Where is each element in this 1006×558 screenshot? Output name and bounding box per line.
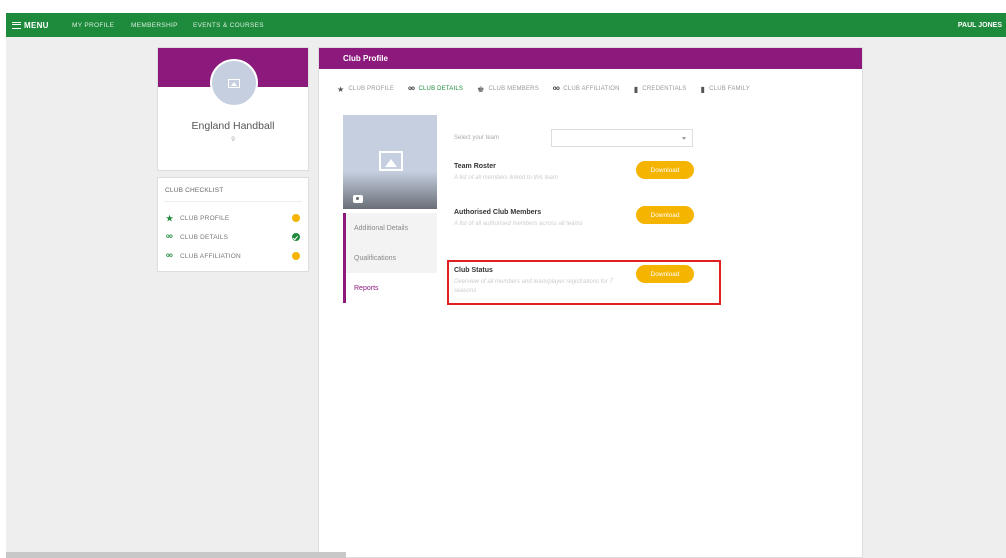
tab-label: CLUB FAMILY (709, 86, 750, 92)
club-name: England Handball (191, 120, 275, 132)
checklist-item-label: CLUB DETAILS (180, 233, 229, 241)
people-icon: ♚ (477, 84, 485, 94)
camera-icon[interactable] (353, 195, 363, 203)
report-title-authorised-members: Authorised Club Members (454, 209, 542, 216)
report-desc-authorised-members: A list of all authorised members across … (454, 221, 583, 227)
menu-label: MENU (24, 20, 49, 30)
nav-my-profile[interactable]: MY PROFILE (72, 13, 114, 37)
tab-club-members[interactable]: ♚ CLUB MEMBERS (477, 85, 539, 94)
report-desc-club-status: Overview of all members and team/player … (454, 279, 613, 294)
download-club-status-button[interactable]: Download (636, 265, 694, 283)
club-photo (343, 115, 437, 209)
download-authorised-members-button[interactable]: Download (636, 206, 694, 224)
glasses-icon: oo (552, 86, 560, 92)
tab-label: CLUB MEMBERS (488, 86, 539, 92)
caret-down-icon (682, 137, 686, 140)
tab-label: CREDENTIALS (642, 86, 687, 92)
top-navigation-bar: MENU MY PROFILE MEMBERSHIP EVENTS & COUR… (6, 13, 1006, 37)
checklist-item-club-details[interactable]: oo CLUB DETAILS (166, 231, 228, 243)
checklist-item-label: CLUB PROFILE (180, 214, 230, 222)
divider (164, 201, 302, 202)
image-placeholder-icon (228, 78, 240, 88)
team-select[interactable] (551, 129, 693, 147)
glasses-icon: oo (408, 86, 415, 92)
bookmark-icon: ▮ (633, 84, 639, 94)
tab-label: CLUB AFFILIATION (563, 86, 620, 92)
glasses-icon: oo (166, 253, 173, 259)
report-title-club-status: Club Status (454, 267, 493, 274)
download-team-roster-button[interactable]: Download (636, 161, 694, 179)
club-subtitle: 9 (231, 136, 235, 143)
nav-membership[interactable]: MEMBERSHIP (131, 13, 178, 37)
pending-status-icon (292, 252, 300, 260)
report-title-team-roster: Team Roster (454, 163, 496, 170)
checklist-item-club-affiliation[interactable]: oo CLUB AFFILIATION (166, 250, 241, 262)
user-name[interactable]: PAUL JONES (958, 13, 1002, 37)
tab-club-affiliation[interactable]: oo CLUB AFFILIATION (553, 86, 620, 92)
horizontal-scrollbar[interactable] (6, 552, 346, 558)
complete-check-icon (292, 233, 300, 241)
side-item-qualifications[interactable]: Qualifications (343, 243, 437, 273)
club-avatar[interactable] (210, 59, 258, 107)
club-checklist: CLUB CHECKLIST ★ CLUB PROFILE oo CLUB DE… (157, 177, 309, 272)
checklist-item-label: CLUB AFFILIATION (180, 252, 241, 260)
club-profile-card: England Handball 9 (157, 47, 309, 171)
image-placeholder-icon (379, 151, 403, 171)
pending-status-icon (292, 214, 300, 222)
bookmark-icon: ▮ (700, 84, 706, 94)
side-item-additional-details[interactable]: Additional Details (343, 213, 437, 243)
team-select-label: Select your team (454, 135, 500, 141)
panel-title: Club Profile (319, 48, 862, 69)
checklist-title: CLUB CHECKLIST (165, 187, 224, 194)
tab-club-details[interactable]: oo CLUB DETAILS (408, 86, 463, 92)
menu-button[interactable]: MENU (12, 13, 49, 37)
tab-label: CLUB DETAILS (418, 86, 464, 92)
tab-label: CLUB PROFILE (348, 86, 395, 92)
star-icon: ★ (166, 213, 174, 223)
hamburger-icon (12, 21, 21, 29)
tab-credentials[interactable]: ▮ CREDENTIALS (634, 85, 687, 94)
club-tabs: ★ CLUB PROFILE oo CLUB DETAILS ♚ CLUB ME… (337, 83, 764, 95)
club-profile-panel: Club Profile ★ CLUB PROFILE oo CLUB DETA… (318, 47, 863, 558)
tab-club-profile[interactable]: ★ CLUB PROFILE (337, 85, 394, 94)
details-side-menu: Additional Details Qualifications Report… (343, 213, 437, 303)
nav-events-courses[interactable]: EVENTS & COURSES (193, 13, 264, 37)
checklist-item-club-profile[interactable]: ★ CLUB PROFILE (166, 212, 229, 224)
glasses-icon: oo (166, 234, 173, 240)
star-icon: ★ (337, 84, 345, 94)
tab-club-family[interactable]: ▮ CLUB FAMILY (701, 85, 750, 94)
side-item-reports[interactable]: Reports (343, 273, 437, 303)
report-desc-team-roster: A list of all members linked to this tea… (454, 175, 558, 181)
